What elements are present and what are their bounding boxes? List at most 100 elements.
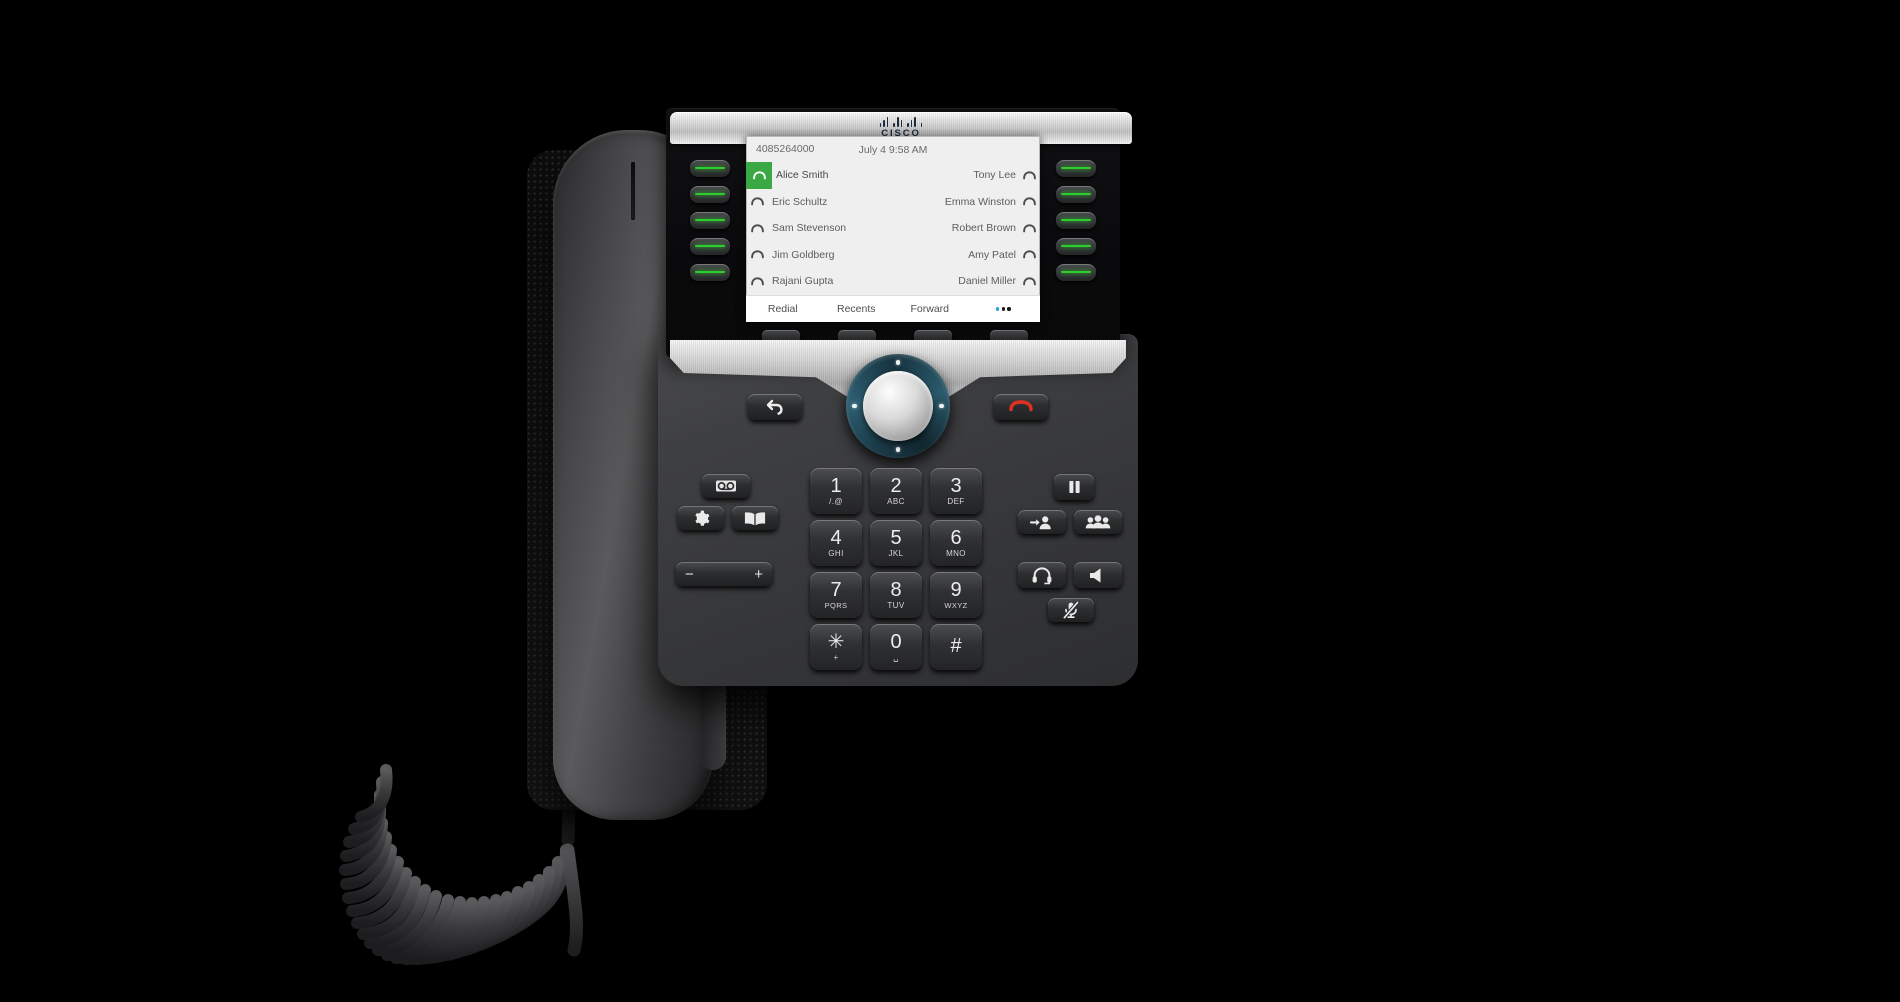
nav-dot-up — [895, 360, 901, 365]
key-7[interactable]: 7 PQRS — [810, 572, 862, 618]
key-8[interactable]: 8 TUV — [870, 572, 922, 618]
key-7-digit: 7 — [830, 579, 842, 602]
key-4[interactable]: 4 GHI — [810, 520, 862, 566]
mute-button[interactable] — [1048, 598, 1094, 622]
line-row-1-right-label: Tony Lee — [973, 169, 1016, 182]
line-key-left-3[interactable] — [690, 212, 730, 229]
nav-dot-down — [895, 447, 901, 452]
key-4-letters: GHI — [828, 549, 844, 558]
line-key-right-3[interactable] — [1056, 212, 1096, 229]
handset-icon — [1018, 215, 1040, 242]
settings-button[interactable] — [678, 506, 724, 530]
handset-icon — [746, 268, 768, 295]
transfer-button[interactable] — [1018, 510, 1066, 534]
line-key-right-4[interactable] — [1056, 238, 1096, 255]
key-5-letters: JKL — [888, 549, 904, 558]
headset-button[interactable] — [1018, 562, 1066, 588]
softkey-recents[interactable]: Recents — [820, 303, 894, 315]
line-row-1-left-label: Alice Smith — [776, 169, 829, 182]
key-4-digit: 4 — [830, 527, 842, 549]
line-row-5-right-label: Daniel Miller — [958, 275, 1016, 288]
handset-icon — [1018, 268, 1040, 295]
lcd-screen[interactable]: 4085264000 July 4 9:58 AM Alice Smith To… — [746, 136, 1040, 322]
key-2[interactable]: 2 ABC — [870, 468, 922, 514]
softkey-more-dots-icon[interactable] — [967, 307, 1041, 311]
key-5-digit: 5 — [890, 527, 902, 549]
gear-icon — [694, 510, 709, 526]
softkey-forward[interactable]: Forward — [893, 303, 967, 315]
handset-icon — [746, 189, 768, 216]
conference-button[interactable] — [1074, 510, 1122, 534]
minus-icon[interactable]: − — [685, 567, 694, 582]
handset-icon — [1018, 242, 1040, 269]
select-button-icon[interactable] — [863, 371, 933, 441]
line-row-2-right[interactable]: Emma Winston — [893, 189, 1040, 216]
handset-icon — [746, 242, 768, 269]
back-button[interactable] — [748, 394, 802, 420]
line-row-5-left[interactable]: Rajani Gupta — [746, 268, 893, 295]
release-call-button[interactable] — [994, 394, 1048, 420]
key-star-digit: ✳ — [827, 631, 845, 653]
handset-icon — [746, 162, 772, 189]
key-1-letters: /.@ — [829, 497, 843, 506]
line-row-3-right-label: Robert Brown — [951, 222, 1016, 235]
volume-rocker[interactable]: − + — [676, 562, 772, 586]
line-key-left-1[interactable] — [690, 160, 730, 177]
line-row-2[interactable]: Eric Schultz Emma Winston — [746, 189, 1040, 216]
line-row-5-right[interactable]: Daniel Miller — [893, 268, 1040, 295]
key-pound[interactable]: # — [930, 624, 982, 670]
key-2-digit: 2 — [890, 475, 902, 497]
line-keys-left — [690, 160, 730, 281]
key-pound-digit: # — [950, 635, 962, 657]
key-0[interactable]: 0 ␣ — [870, 624, 922, 670]
key-3-digit: 3 — [950, 475, 962, 497]
key-1-digit: 1 — [830, 475, 842, 497]
key-6[interactable]: 6 MNO — [930, 520, 982, 566]
key-3[interactable]: 3 DEF — [930, 468, 982, 514]
key-star-letters: + — [833, 653, 839, 662]
voicemail-icon — [716, 480, 736, 492]
key-6-letters: MNO — [946, 549, 966, 558]
navigation-cluster[interactable] — [837, 345, 959, 467]
line-row-4-left-label: Jim Goldberg — [772, 248, 835, 261]
line-number-label: 4085264000 — [756, 143, 815, 155]
line-key-left-5[interactable] — [690, 264, 730, 281]
line-row-4[interactable]: Jim Goldberg Amy Patel — [746, 242, 1040, 269]
line-row-1[interactable]: Alice Smith Tony Lee — [746, 162, 1040, 189]
line-key-left-2[interactable] — [690, 186, 730, 203]
line-row-5[interactable]: Rajani Gupta Daniel Miller — [746, 268, 1040, 295]
speakerphone-button[interactable] — [1074, 562, 1122, 588]
hold-button[interactable] — [1054, 474, 1094, 500]
line-key-left-4[interactable] — [690, 238, 730, 255]
line-row-2-left-label: Eric Schultz — [772, 195, 828, 208]
key-0-digit: 0 — [890, 631, 902, 653]
line-row-1-left[interactable]: Alice Smith — [746, 162, 893, 189]
pause-icon — [1068, 481, 1080, 493]
line-row-3[interactable]: Sam Stevenson Robert Brown — [746, 215, 1040, 242]
line-row-3-left[interactable]: Sam Stevenson — [746, 215, 893, 242]
display-housing: CISCO 4085264000 July 4 9:58 AM Alice Sm… — [666, 108, 1132, 358]
headset-icon — [1032, 566, 1052, 584]
line-row-5-left-label: Rajani Gupta — [772, 275, 834, 288]
mute-microphone-icon — [1062, 601, 1080, 619]
handset-icon — [1018, 189, 1040, 216]
navigation-ring-icon[interactable] — [837, 345, 959, 467]
plus-icon[interactable]: + — [754, 567, 763, 582]
line-row-4-left[interactable]: Jim Goldberg — [746, 242, 893, 269]
line-row-2-left[interactable]: Eric Schultz — [746, 189, 893, 216]
directory-button[interactable] — [732, 506, 778, 530]
key-9[interactable]: 9 WXYZ — [930, 572, 982, 618]
line-key-right-1[interactable] — [1056, 160, 1096, 177]
line-key-right-2[interactable] — [1056, 186, 1096, 203]
line-row-1-right[interactable]: Tony Lee — [893, 162, 1040, 189]
line-row-3-right[interactable]: Robert Brown — [893, 215, 1040, 242]
voicemail-button[interactable] — [702, 474, 750, 498]
line-key-right-5[interactable] — [1056, 264, 1096, 281]
line-keys-right — [1056, 160, 1096, 281]
key-star[interactable]: ✳ + — [810, 624, 862, 670]
phone-body: CISCO 4085264000 July 4 9:58 AM Alice Sm… — [658, 78, 1138, 686]
key-1[interactable]: 1/.@ — [810, 468, 862, 514]
key-5[interactable]: 5 JKL — [870, 520, 922, 566]
softkey-redial[interactable]: Redial — [746, 303, 820, 315]
line-row-4-right[interactable]: Amy Patel — [893, 242, 1040, 269]
